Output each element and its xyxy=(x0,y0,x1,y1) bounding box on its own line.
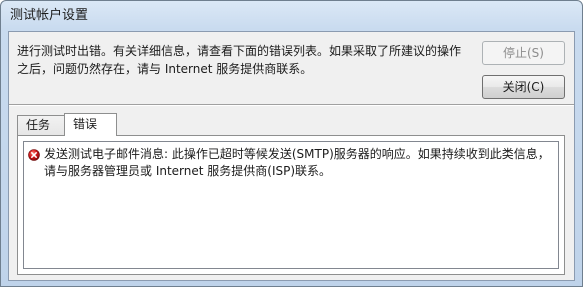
tab-tasks[interactable]: 任务 xyxy=(17,115,65,135)
stop-button[interactable]: 停止(S) xyxy=(482,41,565,65)
tab-errors[interactable]: 错误 xyxy=(64,113,117,136)
error-list[interactable]: 发送测试电子邮件消息: 此操作已超时等候发送(SMTP)服务器的响应。如果持续收… xyxy=(23,141,559,269)
separator xyxy=(9,104,574,106)
tab-strip: 任务 错误 xyxy=(17,113,557,136)
dialog-window: 测试帐户设置 进行测试时出错。有关详细信息，请查看下面的错误列表。如果采取了所建… xyxy=(0,0,583,287)
status-area: 进行测试时出错。有关详细信息，请查看下面的错误列表。如果采取了所建议的操作之后，… xyxy=(9,32,574,105)
status-message: 进行测试时出错。有关详细信息，请查看下面的错误列表。如果采取了所建议的操作之后，… xyxy=(17,44,462,76)
error-icon xyxy=(28,149,40,161)
dialog-body: 进行测试时出错。有关详细信息，请查看下面的错误列表。如果采取了所建议的操作之后，… xyxy=(8,31,575,281)
dialog-title: 测试帐户设置 xyxy=(10,8,89,23)
close-button[interactable]: 关闭(C) xyxy=(482,75,565,99)
errors-tab-panel: 发送测试电子邮件消息: 此操作已超时等候发送(SMTP)服务器的响应。如果持续收… xyxy=(17,135,565,275)
error-message: 发送测试电子邮件消息: 此操作已超时等候发送(SMTP)服务器的响应。如果持续收… xyxy=(44,147,550,178)
